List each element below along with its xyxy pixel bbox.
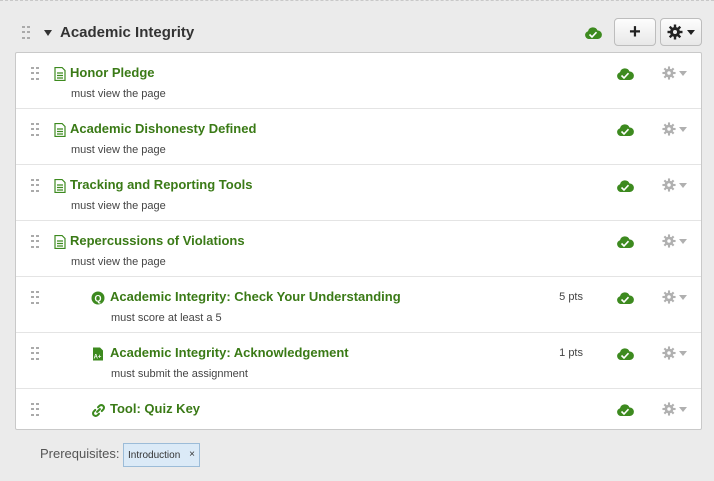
item-title[interactable]: Academic Integrity: Acknowledgement (110, 345, 349, 360)
chevron-down-icon (679, 350, 687, 356)
item-points: 1 pts (559, 347, 583, 359)
top-dashed-border (0, 0, 714, 1)
published-cloud-icon[interactable] (616, 403, 634, 417)
item-drag-handle[interactable] (31, 235, 39, 249)
chevron-down-icon (679, 70, 687, 76)
gear-icon (662, 402, 676, 416)
document-icon (54, 123, 66, 137)
assignment-icon: A+ (93, 347, 103, 361)
item-requirement: must view the page (71, 144, 166, 156)
item-requirement: must submit the assignment (111, 368, 248, 380)
item-requirement: must view the page (71, 200, 166, 212)
published-cloud-icon[interactable] (616, 347, 634, 361)
item-title[interactable]: Repercussions of Violations (70, 233, 245, 248)
svg-text:Q: Q (94, 294, 101, 304)
document-icon (54, 67, 66, 81)
chevron-down-icon (679, 238, 687, 244)
item-requirement: must score at least a 5 (111, 312, 222, 324)
gear-icon (662, 66, 676, 80)
chevron-down-icon (679, 182, 687, 188)
module-items-list: Honor Pledge must view the page Academic… (15, 52, 702, 430)
module-settings-button[interactable] (660, 18, 702, 46)
item-drag-handle[interactable] (31, 67, 39, 81)
module-item-row[interactable]: Honor Pledge must view the page (16, 53, 701, 109)
item-requirement: must view the page (71, 88, 166, 100)
module-published-icon[interactable] (584, 26, 602, 40)
document-icon (54, 235, 66, 249)
prerequisite-tag[interactable]: Introduction × (123, 443, 200, 467)
item-drag-handle[interactable] (31, 347, 39, 361)
chevron-down-icon (679, 126, 687, 132)
published-cloud-icon[interactable] (616, 235, 634, 249)
item-requirement: must view the page (71, 256, 166, 268)
quiz-icon: Q (91, 291, 105, 305)
chevron-down-icon (679, 406, 687, 412)
module-item-row[interactable]: Repercussions of Violations must view th… (16, 221, 701, 277)
document-icon (54, 179, 66, 193)
module-item-row[interactable]: Q Academic Integrity: Check Your Underst… (16, 277, 701, 333)
item-settings-button[interactable] (662, 177, 692, 193)
prerequisite-tag-label: Introduction (128, 449, 181, 461)
item-drag-handle[interactable] (31, 123, 39, 137)
gear-icon (662, 178, 676, 192)
module-item-row[interactable]: A+ Academic Integrity: Acknowledgement m… (16, 333, 701, 389)
module-title: Academic Integrity (60, 24, 195, 41)
module-item-row[interactable]: Academic Dishonesty Defined must view th… (16, 109, 701, 165)
item-settings-button[interactable] (662, 121, 692, 137)
item-title[interactable]: Honor Pledge (70, 65, 155, 80)
add-button-label: + (629, 20, 641, 43)
module-header: Academic Integrity + (0, 14, 714, 52)
item-points: 5 pts (559, 291, 583, 303)
gear-icon (667, 24, 683, 40)
item-drag-handle[interactable] (31, 403, 39, 417)
gear-icon (662, 122, 676, 136)
item-title[interactable]: Academic Dishonesty Defined (70, 121, 256, 136)
module-item-row[interactable]: Tracking and Reporting Tools must view t… (16, 165, 701, 221)
item-drag-handle[interactable] (31, 179, 39, 193)
item-title[interactable]: Tracking and Reporting Tools (70, 177, 253, 192)
prerequisites-label: Prerequisites: (40, 446, 120, 461)
gear-icon (662, 290, 676, 304)
gear-icon (662, 346, 676, 360)
published-cloud-icon[interactable] (616, 291, 634, 305)
collapse-caret-icon[interactable] (44, 30, 52, 36)
item-drag-handle[interactable] (31, 291, 39, 305)
link-icon (92, 404, 105, 417)
item-settings-button[interactable] (662, 401, 692, 417)
item-title[interactable]: Academic Integrity: Check Your Understan… (110, 289, 401, 304)
module-drag-handle[interactable] (22, 26, 30, 40)
item-title[interactable]: Tool: Quiz Key (110, 401, 200, 416)
item-settings-button[interactable] (662, 65, 692, 81)
chevron-down-icon (679, 294, 687, 300)
svg-text:A+: A+ (94, 355, 102, 361)
item-settings-button[interactable] (662, 233, 692, 249)
remove-prerequisite-button[interactable]: × (189, 449, 195, 460)
published-cloud-icon[interactable] (616, 179, 634, 193)
chevron-down-icon (687, 29, 695, 35)
published-cloud-icon[interactable] (616, 67, 634, 81)
published-cloud-icon[interactable] (616, 123, 634, 137)
item-settings-button[interactable] (662, 345, 692, 361)
gear-icon (662, 234, 676, 248)
add-item-button[interactable]: + (614, 18, 656, 46)
item-settings-button[interactable] (662, 289, 692, 305)
module-item-row[interactable]: Tool: Quiz Key (16, 389, 701, 429)
